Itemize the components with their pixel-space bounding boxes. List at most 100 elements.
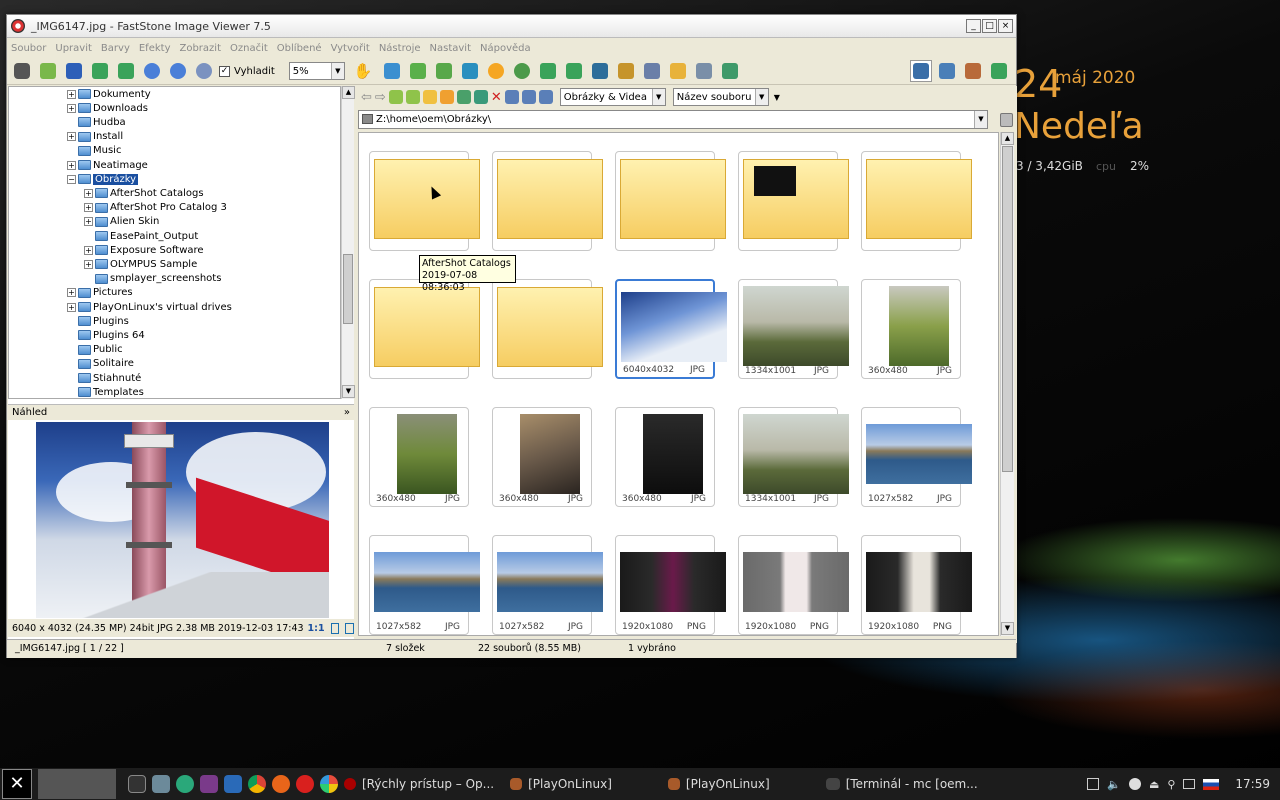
expand-icon[interactable]: +: [84, 245, 93, 255]
thumbnail-item[interactable]: 1920x1080 PNG: [615, 535, 726, 635]
new-folder-icon[interactable]: [405, 90, 420, 104]
menu-item[interactable]: Barvy: [101, 43, 130, 54]
thumbnail-item[interactable]: 1027x582 JPG: [492, 535, 603, 635]
expand-icon[interactable]: +: [84, 188, 93, 198]
copy-folder-icon[interactable]: [439, 90, 454, 104]
menu-item[interactable]: Efekty: [139, 43, 171, 54]
info-icon[interactable]: [1128, 778, 1141, 790]
thumbnail-item[interactable]: 360x480 JPG: [369, 407, 469, 507]
thumbnail-item[interactable]: 360x480 JPG: [615, 407, 715, 507]
menu-item[interactable]: Vytvořit: [331, 43, 370, 54]
task-playonlinux-2[interactable]: [PlayOnLinux]: [667, 777, 770, 791]
back-icon[interactable]: [89, 60, 111, 82]
tree-item[interactable]: − Obrázky: [67, 172, 139, 186]
details-view-icon[interactable]: [521, 90, 536, 104]
app-stack-icon[interactable]: [200, 775, 218, 793]
preview-image[interactable]: [36, 422, 329, 618]
actual-size-icon[interactable]: [193, 60, 215, 82]
sort-combo[interactable]: Název souboru ▼: [672, 88, 769, 106]
tree-item[interactable]: EasePaint_Output: [84, 229, 198, 243]
zoom-combo[interactable]: 5% ▼: [288, 62, 345, 80]
task-playonlinux-1[interactable]: [PlayOnLinux]: [510, 777, 612, 791]
menu-item[interactable]: Nástroje: [379, 43, 421, 54]
tree-item[interactable]: + Install: [67, 130, 123, 144]
menu-item[interactable]: Soubor: [11, 43, 46, 54]
minimize-button[interactable]: _: [966, 19, 981, 33]
tree-scroll-thumb[interactable]: [343, 254, 353, 324]
path-input[interactable]: Z:\home\oem\Obrázky\ ▼: [358, 110, 988, 129]
display-icon[interactable]: [1183, 779, 1196, 789]
thumbnail-item[interactable]: 6040x4032 JPG: [615, 279, 727, 379]
tree-item[interactable]: + Downloads: [67, 101, 148, 115]
batch-icon[interactable]: [719, 60, 741, 82]
thumbnail-item[interactable]: [492, 151, 603, 251]
crop-icon[interactable]: [433, 60, 455, 82]
menu-item[interactable]: Označit: [230, 43, 268, 54]
expand-icon[interactable]: +: [84, 217, 93, 227]
ratio-button[interactable]: 1:1: [308, 623, 325, 634]
thumbnails-view-icon[interactable]: [504, 90, 519, 104]
filter-combo[interactable]: Obrázky & Videa ▼: [559, 88, 666, 106]
tree-item[interactable]: Templates: [67, 385, 144, 398]
flag-icon[interactable]: [1203, 778, 1220, 790]
tree-item[interactable]: + Exposure Software: [84, 243, 204, 257]
expand-icon[interactable]: +: [84, 203, 93, 213]
thumbnail-item[interactable]: 1920x1080 PNG: [861, 535, 972, 635]
layout-preview-icon[interactable]: [936, 60, 958, 82]
tree-item[interactable]: + AfterShot Catalogs: [84, 186, 204, 200]
brightness-icon[interactable]: [485, 60, 507, 82]
scroll-down-icon[interactable]: ▼: [342, 385, 355, 398]
thumbnail-item[interactable]: 1920x1080 PNG: [738, 535, 849, 635]
compare-icon[interactable]: [589, 60, 611, 82]
tree-scrollbar[interactable]: ▲ ▼: [341, 86, 355, 399]
smooth-checkbox[interactable]: ✓: [219, 65, 230, 77]
slideshow-icon[interactable]: [615, 60, 637, 82]
thumbnail-item[interactable]: 1334x1001 JPG: [738, 279, 849, 379]
red-eye-icon[interactable]: [511, 60, 533, 82]
layout-browser-icon[interactable]: [910, 60, 932, 82]
refresh-icon[interactable]: [456, 90, 471, 104]
thumbnail-item[interactable]: 1027x582 JPG: [861, 407, 972, 507]
maximize-button[interactable]: □: [982, 19, 997, 33]
grid-scroll-thumb[interactable]: [1002, 146, 1013, 472]
eject-icon[interactable]: ⏏: [1149, 778, 1159, 791]
files-icon[interactable]: [152, 775, 170, 793]
expand-icon[interactable]: +: [67, 132, 76, 142]
title-bar[interactable]: _IMG6147.jpg - FastStone Image Viewer 7.…: [7, 15, 1016, 38]
trash-icon[interactable]: [1000, 113, 1013, 127]
expand-icon[interactable]: +: [67, 89, 76, 99]
thumbnail-item[interactable]: [738, 151, 849, 251]
app-pinwheel-icon[interactable]: [320, 775, 338, 793]
app-blue-icon[interactable]: [224, 775, 242, 793]
collapse-icon[interactable]: »: [344, 405, 350, 421]
tree-item[interactable]: Solitaire: [67, 357, 134, 371]
hand-tool-icon[interactable]: ✋: [349, 60, 377, 82]
thumbnail-item[interactable]: 1334x1001 JPG: [738, 407, 849, 507]
forward-icon[interactable]: [115, 60, 137, 82]
tree-item[interactable]: + Neatimage: [67, 158, 148, 172]
expand-icon[interactable]: −: [67, 174, 76, 184]
favorite-folder-icon[interactable]: [422, 90, 437, 104]
attach-icon[interactable]: ⚲: [1167, 778, 1175, 791]
workspace-switcher[interactable]: [38, 769, 116, 799]
close-button[interactable]: ×: [998, 19, 1013, 33]
thumbnail-item[interactable]: [615, 151, 726, 251]
list-view-icon[interactable]: [538, 90, 553, 104]
scroll-up-icon[interactable]: ▲: [342, 86, 355, 99]
menu-item[interactable]: Nastavit: [430, 43, 471, 54]
nav-back-icon[interactable]: ⇦: [361, 90, 372, 105]
app-green-icon[interactable]: [176, 775, 194, 793]
expand-icon[interactable]: +: [67, 302, 76, 312]
tree-item[interactable]: + Dokumenty: [67, 87, 151, 101]
save-icon[interactable]: [63, 60, 85, 82]
chrome-icon[interactable]: [248, 775, 266, 793]
fit-icon[interactable]: [381, 60, 403, 82]
thumbnail-item[interactable]: [369, 151, 480, 251]
folder-up-icon[interactable]: [388, 90, 403, 104]
rotate-right-icon[interactable]: [563, 60, 585, 82]
zoom-in-icon[interactable]: [141, 60, 163, 82]
expand-icon[interactable]: +: [67, 103, 76, 113]
menu-item[interactable]: Upravit: [55, 43, 92, 54]
fit-preview-icon[interactable]: [330, 622, 340, 634]
delete-icon[interactable]: ✕: [491, 90, 502, 105]
